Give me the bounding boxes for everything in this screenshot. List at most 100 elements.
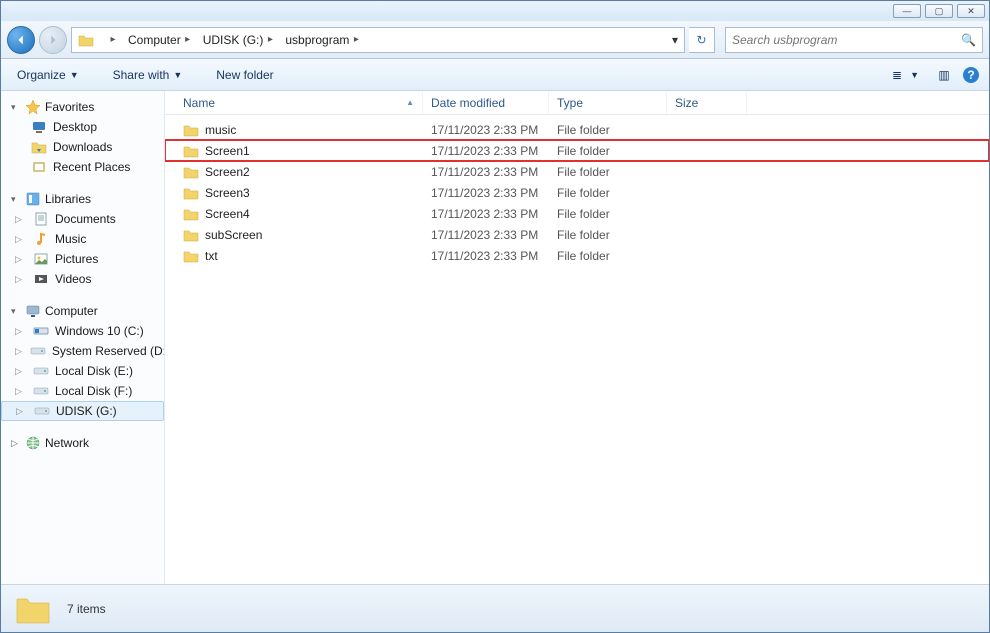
computer-label: Computer [45, 304, 98, 318]
maximize-button[interactable]: ▢ [925, 4, 953, 18]
explorer-window: — ▢ ✕ ▸ Computer▸ UDISK (G:)▸ usbprogram… [0, 0, 990, 633]
expand-icon [11, 306, 21, 317]
recent-places-icon [31, 159, 47, 175]
folder-icon [183, 248, 199, 264]
file-type: File folder [549, 165, 667, 179]
search-input[interactable] [732, 33, 961, 47]
file-name: txt [205, 249, 218, 263]
expand-icon: ▷ [15, 274, 25, 285]
file-row[interactable]: Screen117/11/2023 2:33 PMFile folder [165, 140, 989, 161]
sidebar-favorites-group: Favorites Desktop Downloads Recent Place… [1, 97, 164, 177]
column-name[interactable]: Name▲ [165, 91, 423, 114]
file-row[interactable]: txt17/11/2023 2:33 PMFile folder [165, 245, 989, 266]
sidebar-libraries-header[interactable]: Libraries [1, 189, 164, 209]
statusbar: 7 items [1, 584, 989, 632]
file-type: File folder [549, 207, 667, 221]
libraries-icon [25, 191, 41, 207]
new-folder-button[interactable]: New folder [210, 66, 279, 84]
music-icon [33, 231, 49, 247]
file-date: 17/11/2023 2:33 PM [423, 144, 549, 158]
desktop-icon [31, 119, 47, 135]
forward-button[interactable] [39, 26, 67, 54]
sidebar-item-windows-c[interactable]: ▷Windows 10 (C:) [1, 321, 164, 341]
file-name: Screen2 [205, 165, 250, 179]
view-icon: ≣ [888, 66, 906, 84]
downloads-icon [31, 139, 47, 155]
breadcrumb-dropdown[interactable]: ▾ [666, 33, 684, 47]
sidebar-favorites-header[interactable]: Favorites [1, 97, 164, 117]
column-label: Date modified [431, 96, 505, 110]
file-name: Screen3 [205, 186, 250, 200]
sidebar-item-label: Music [55, 232, 86, 246]
breadcrumb-usbprogram[interactable]: usbprogram▸ [279, 28, 365, 52]
file-row[interactable]: Screen217/11/2023 2:33 PMFile folder [165, 161, 989, 182]
drive-icon [30, 343, 46, 359]
sidebar-item-desktop[interactable]: Desktop [1, 117, 164, 137]
sidebar-libraries-group: Libraries ▷Documents ▷ Music ▷ Pictures ▷V… [1, 189, 164, 289]
column-date-modified[interactable]: Date modified [423, 91, 549, 114]
file-row[interactable]: subScreen17/11/2023 2:33 PMFile folder [165, 224, 989, 245]
expand-icon: ▷ [15, 234, 25, 245]
favorites-label: Favorites [45, 100, 94, 114]
expand-icon: ▷ [16, 406, 26, 417]
sidebar-network-header[interactable]: Network [1, 433, 164, 453]
expand-icon: ▷ [15, 214, 25, 225]
expand-icon [11, 102, 21, 113]
file-row[interactable]: Screen417/11/2023 2:33 PMFile folder [165, 203, 989, 224]
column-type[interactable]: Type [549, 91, 667, 114]
file-date: 17/11/2023 2:33 PM [423, 249, 549, 263]
sidebar-item-downloads[interactable]: Downloads [1, 137, 164, 157]
sidebar-item-videos[interactable]: ▷Videos [1, 269, 164, 289]
item-count: 7 items [67, 602, 106, 616]
sidebar-item-local-disk-f[interactable]: ▷Local Disk (F:) [1, 381, 164, 401]
breadcrumb-chevron-root[interactable]: ▸ [100, 28, 122, 52]
breadcrumb[interactable]: ▸ Computer▸ UDISK (G:)▸ usbprogram▸ ▾ [71, 27, 685, 53]
sidebar-item-system-reserved-d[interactable]: ▷System Reserved (D:) [1, 341, 164, 361]
organize-menu[interactable]: Organize▼ [11, 66, 85, 84]
file-row[interactable]: music17/11/2023 2:33 PMFile folder [165, 119, 989, 140]
help-button[interactable]: ? [963, 67, 979, 83]
sidebar-computer-group: Computer ▷Windows 10 (C:) ▷System Reserv… [1, 301, 164, 421]
close-button[interactable]: ✕ [957, 4, 985, 18]
breadcrumb-computer[interactable]: Computer▸ [122, 28, 197, 52]
file-date: 17/11/2023 2:33 PM [423, 228, 549, 242]
file-row[interactable]: Screen317/11/2023 2:33 PMFile folder [165, 182, 989, 203]
sidebar-item-local-disk-e[interactable]: ▷Local Disk (E:) [1, 361, 164, 381]
folder-icon [183, 164, 199, 180]
sidebar-item-label: Pictures [55, 252, 98, 266]
search-box[interactable]: 🔍 [725, 27, 983, 53]
expand-icon: ▷ [15, 326, 25, 337]
sidebar-item-documents[interactable]: ▷Documents [1, 209, 164, 229]
file-type: File folder [549, 186, 667, 200]
breadcrumb-udisk[interactable]: UDISK (G:)▸ [197, 28, 280, 52]
refresh-button[interactable]: ↻ [689, 27, 715, 53]
folder-icon [183, 122, 199, 138]
network-icon [25, 435, 41, 451]
sidebar-item-udisk-g[interactable]: ▷UDISK (G:) [1, 401, 164, 421]
share-label: Share with [113, 68, 170, 82]
network-label: Network [45, 436, 89, 450]
back-button[interactable] [7, 26, 35, 54]
folder-icon [75, 29, 97, 51]
column-size[interactable]: Size [667, 91, 747, 114]
preview-pane-button[interactable]: ▥ [935, 66, 953, 84]
breadcrumb-label: UDISK (G:) [203, 33, 264, 47]
content-pane: Name▲ Date modified Type Size music17/11… [165, 91, 989, 584]
file-list[interactable]: music17/11/2023 2:33 PMFile folderScreen… [165, 115, 989, 584]
sidebar[interactable]: Favorites Desktop Downloads Recent Place… [1, 91, 165, 584]
search-icon: 🔍 [961, 33, 976, 47]
sidebar-computer-header[interactable]: Computer [1, 301, 164, 321]
sidebar-item-label: Local Disk (F:) [55, 384, 132, 398]
expand-icon: ▷ [15, 254, 25, 265]
sidebar-item-music[interactable]: ▷ Music [1, 229, 164, 249]
view-menu[interactable]: ≣▼ [882, 64, 925, 86]
sidebar-item-pictures[interactable]: ▷ Pictures [1, 249, 164, 269]
column-label: Size [675, 96, 698, 110]
share-with-menu[interactable]: Share with▼ [107, 66, 189, 84]
drive-icon [34, 403, 50, 419]
sidebar-item-recent-places[interactable]: Recent Places [1, 157, 164, 177]
file-type: File folder [549, 228, 667, 242]
minimize-button[interactable]: — [893, 4, 921, 18]
sidebar-network-group: Network [1, 433, 164, 453]
folder-icon [15, 591, 51, 627]
